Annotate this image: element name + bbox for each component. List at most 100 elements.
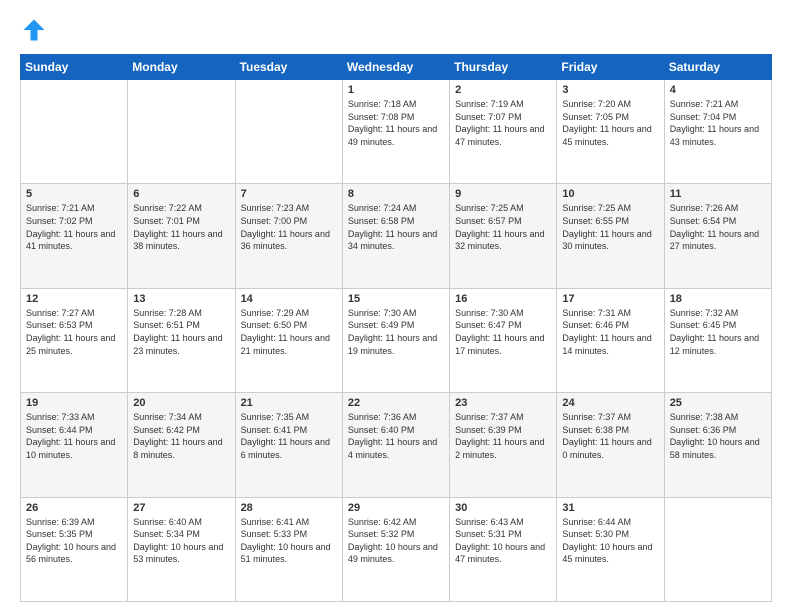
day-number: 20 xyxy=(133,397,229,409)
calendar-cell: 31 Sunrise: 6:44 AM Sunset: 5:30 PM Dayli… xyxy=(557,497,664,601)
day-info: Sunrise: 7:26 AM Sunset: 6:54 PM Dayligh… xyxy=(670,202,766,252)
calendar-cell: 22 Sunrise: 7:36 AM Sunset: 6:40 PM Dayli… xyxy=(342,393,449,497)
day-number: 9 xyxy=(455,188,551,200)
day-header-sunday: Sunday xyxy=(21,55,128,80)
day-number: 15 xyxy=(348,293,444,305)
day-number: 18 xyxy=(670,293,766,305)
day-number: 16 xyxy=(455,293,551,305)
day-number: 26 xyxy=(26,502,122,514)
day-info: Sunrise: 6:43 AM Sunset: 5:31 PM Dayligh… xyxy=(455,516,551,566)
day-number: 24 xyxy=(562,397,658,409)
day-number: 27 xyxy=(133,502,229,514)
calendar-cell: 15 Sunrise: 7:30 AM Sunset: 6:49 PM Dayli… xyxy=(342,288,449,392)
calendar: SundayMondayTuesdayWednesdayThursdayFrid… xyxy=(20,54,772,602)
calendar-cell xyxy=(235,80,342,184)
day-number: 4 xyxy=(670,84,766,96)
day-number: 28 xyxy=(241,502,337,514)
day-number: 17 xyxy=(562,293,658,305)
day-info: Sunrise: 7:36 AM Sunset: 6:40 PM Dayligh… xyxy=(348,411,444,461)
day-number: 1 xyxy=(348,84,444,96)
day-number: 7 xyxy=(241,188,337,200)
day-number: 14 xyxy=(241,293,337,305)
day-header-thursday: Thursday xyxy=(450,55,557,80)
day-number: 23 xyxy=(455,397,551,409)
calendar-cell: 1 Sunrise: 7:18 AM Sunset: 7:08 PM Daylig… xyxy=(342,80,449,184)
day-number: 6 xyxy=(133,188,229,200)
day-info: Sunrise: 7:24 AM Sunset: 6:58 PM Dayligh… xyxy=(348,202,444,252)
logo-icon xyxy=(20,16,48,44)
calendar-cell: 27Sunrise: 6:40 AM Sunset: 5:34 PM Dayli… xyxy=(128,497,235,601)
day-info: Sunrise: 6:44 AM Sunset: 5:30 PM Dayligh… xyxy=(562,516,658,566)
day-info: Sunrise: 7:18 AM Sunset: 7:08 PM Dayligh… xyxy=(348,98,444,148)
day-header-row: SundayMondayTuesdayWednesdayThursdayFrid… xyxy=(21,55,772,80)
day-header-wednesday: Wednesday xyxy=(342,55,449,80)
calendar-cell: 6 Sunrise: 7:22 AM Sunset: 7:01 PM Daylig… xyxy=(128,184,235,288)
day-number: 25 xyxy=(670,397,766,409)
calendar-cell: 30 Sunrise: 6:43 AM Sunset: 5:31 PM Dayli… xyxy=(450,497,557,601)
day-info: Sunrise: 7:32 AM Sunset: 6:45 PM Dayligh… xyxy=(670,307,766,357)
logo xyxy=(20,16,50,44)
calendar-cell: 20 Sunrise: 7:34 AM Sunset: 6:42 PM Dayli… xyxy=(128,393,235,497)
calendar-cell: 13 Sunrise: 7:28 AM Sunset: 6:51 PM Dayli… xyxy=(128,288,235,392)
calendar-cell: 19 Sunrise: 7:33 AM Sunset: 6:44 PM Dayli… xyxy=(21,393,128,497)
day-info: Sunrise: 7:28 AM Sunset: 6:51 PM Dayligh… xyxy=(133,307,229,357)
calendar-cell: 8 Sunrise: 7:24 AM Sunset: 6:58 PM Daylig… xyxy=(342,184,449,288)
calendar-cell: 2 Sunrise: 7:19 AM Sunset: 7:07 PM Daylig… xyxy=(450,80,557,184)
calendar-cell xyxy=(21,80,128,184)
day-number: 31 xyxy=(562,502,658,514)
calendar-cell: 18 Sunrise: 7:32 AM Sunset: 6:45 PM Dayli… xyxy=(664,288,771,392)
calendar-cell: 16 Sunrise: 7:30 AM Sunset: 6:47 PM Dayli… xyxy=(450,288,557,392)
day-info: Sunrise: 7:30 AM Sunset: 6:47 PM Dayligh… xyxy=(455,307,551,357)
calendar-cell: 23 Sunrise: 7:37 AM Sunset: 6:39 PM Dayli… xyxy=(450,393,557,497)
calendar-cell: 21 Sunrise: 7:35 AM Sunset: 6:41 PM Dayli… xyxy=(235,393,342,497)
day-header-saturday: Saturday xyxy=(664,55,771,80)
day-info: Sunrise: 7:23 AM Sunset: 7:00 PM Dayligh… xyxy=(241,202,337,252)
day-info: Sunrise: 7:35 AM Sunset: 6:41 PM Dayligh… xyxy=(241,411,337,461)
calendar-cell: 26Sunrise: 6:39 AM Sunset: 5:35 PM Dayli… xyxy=(21,497,128,601)
day-info: Sunrise: 7:27 AM Sunset: 6:53 PM Dayligh… xyxy=(26,307,122,357)
day-info: Sunrise: 7:30 AM Sunset: 6:49 PM Dayligh… xyxy=(348,307,444,357)
day-number: 19 xyxy=(26,397,122,409)
calendar-cell: 4 Sunrise: 7:21 AM Sunset: 7:04 PM Daylig… xyxy=(664,80,771,184)
day-number: 22 xyxy=(348,397,444,409)
day-number: 3 xyxy=(562,84,658,96)
week-row-2: 5Sunrise: 7:21 AM Sunset: 7:02 PM Daylig… xyxy=(21,184,772,288)
day-header-tuesday: Tuesday xyxy=(235,55,342,80)
week-row-4: 19 Sunrise: 7:33 AM Sunset: 6:44 PM Dayli… xyxy=(21,393,772,497)
day-info: Sunrise: 7:21 AM Sunset: 7:04 PM Dayligh… xyxy=(670,98,766,148)
day-number: 30 xyxy=(455,502,551,514)
day-info: Sunrise: 7:37 AM Sunset: 6:38 PM Dayligh… xyxy=(562,411,658,461)
day-info: Sunrise: 7:25 AM Sunset: 6:55 PM Dayligh… xyxy=(562,202,658,252)
day-number: 2 xyxy=(455,84,551,96)
day-number: 10 xyxy=(562,188,658,200)
calendar-cell xyxy=(128,80,235,184)
calendar-cell xyxy=(664,497,771,601)
day-info: Sunrise: 7:34 AM Sunset: 6:42 PM Dayligh… xyxy=(133,411,229,461)
day-info: Sunrise: 6:41 AM Sunset: 5:33 PM Dayligh… xyxy=(241,516,337,566)
day-number: 13 xyxy=(133,293,229,305)
calendar-cell: 10 Sunrise: 7:25 AM Sunset: 6:55 PM Dayli… xyxy=(557,184,664,288)
calendar-cell: 9 Sunrise: 7:25 AM Sunset: 6:57 PM Daylig… xyxy=(450,184,557,288)
day-header-monday: Monday xyxy=(128,55,235,80)
day-number: 21 xyxy=(241,397,337,409)
calendar-cell: 14Sunrise: 7:29 AM Sunset: 6:50 PM Dayli… xyxy=(235,288,342,392)
day-info: Sunrise: 7:33 AM Sunset: 6:44 PM Dayligh… xyxy=(26,411,122,461)
day-info: Sunrise: 7:25 AM Sunset: 6:57 PM Dayligh… xyxy=(455,202,551,252)
day-info: Sunrise: 7:22 AM Sunset: 7:01 PM Dayligh… xyxy=(133,202,229,252)
day-info: Sunrise: 7:19 AM Sunset: 7:07 PM Dayligh… xyxy=(455,98,551,148)
calendar-cell: 28 Sunrise: 6:41 AM Sunset: 5:33 PM Dayli… xyxy=(235,497,342,601)
day-info: Sunrise: 7:37 AM Sunset: 6:39 PM Dayligh… xyxy=(455,411,551,461)
day-info: Sunrise: 7:38 AM Sunset: 6:36 PM Dayligh… xyxy=(670,411,766,461)
calendar-cell: 24 Sunrise: 7:37 AM Sunset: 6:38 PM Dayli… xyxy=(557,393,664,497)
day-number: 5 xyxy=(26,188,122,200)
week-row-3: 12Sunrise: 7:27 AM Sunset: 6:53 PM Dayli… xyxy=(21,288,772,392)
page: SundayMondayTuesdayWednesdayThursdayFrid… xyxy=(0,0,792,612)
calendar-cell: 7 Sunrise: 7:23 AM Sunset: 7:00 PM Daylig… xyxy=(235,184,342,288)
week-row-5: 26Sunrise: 6:39 AM Sunset: 5:35 PM Dayli… xyxy=(21,497,772,601)
day-number: 8 xyxy=(348,188,444,200)
calendar-cell: 25 Sunrise: 7:38 AM Sunset: 6:36 PM Dayli… xyxy=(664,393,771,497)
calendar-cell: 5Sunrise: 7:21 AM Sunset: 7:02 PM Daylig… xyxy=(21,184,128,288)
calendar-cell: 17Sunrise: 7:31 AM Sunset: 6:46 PM Dayli… xyxy=(557,288,664,392)
calendar-cell: 12Sunrise: 7:27 AM Sunset: 6:53 PM Dayli… xyxy=(21,288,128,392)
day-number: 11 xyxy=(670,188,766,200)
